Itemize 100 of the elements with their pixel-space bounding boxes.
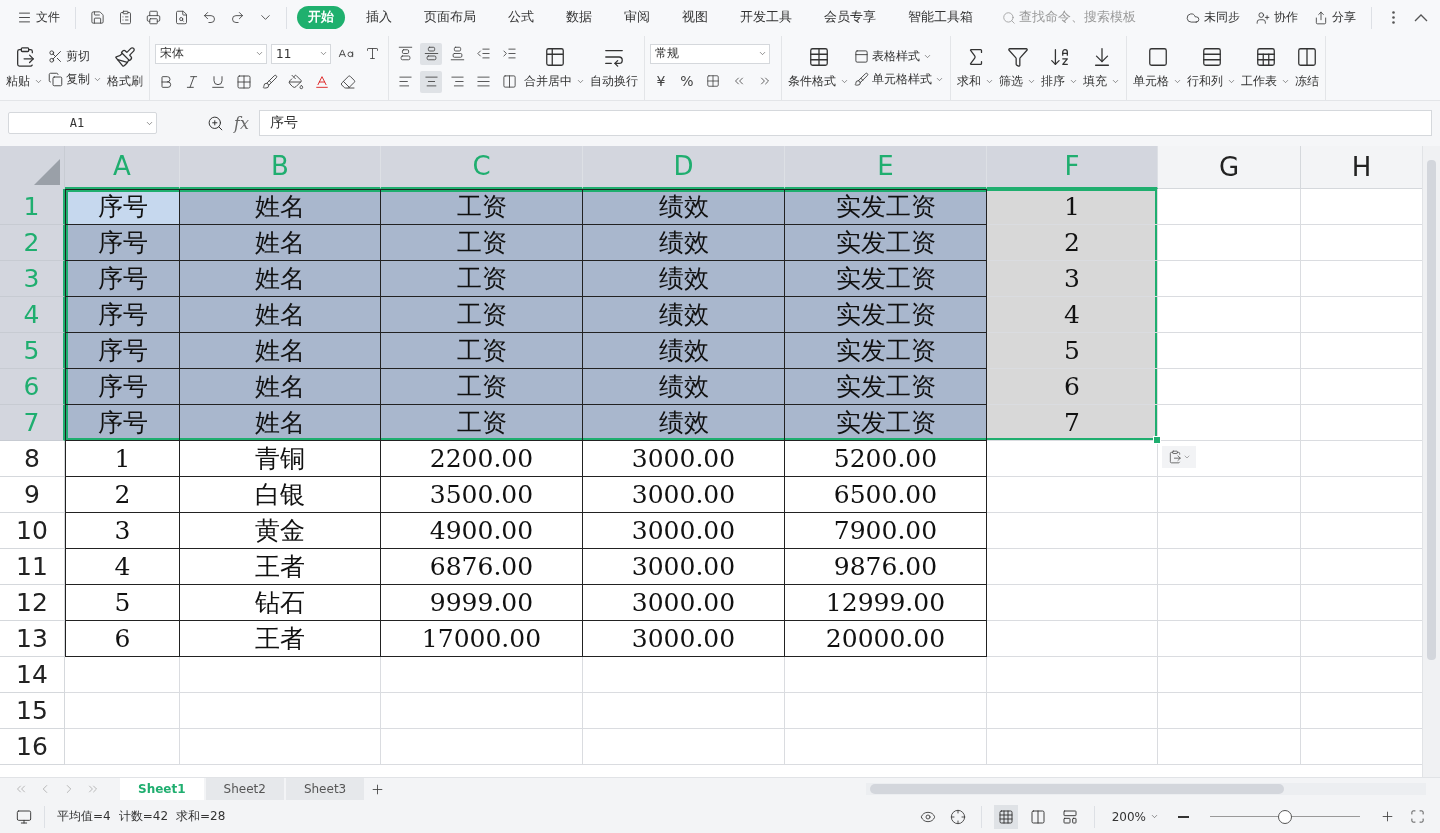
alignment-button[interactable] (420, 42, 442, 65)
print-preview-icon (173, 10, 189, 26)
align-top-icon (397, 46, 413, 62)
view-mode-button[interactable] (993, 804, 1018, 829)
sheet-tab[interactable]: Sheet3 (285, 778, 365, 801)
ribbon-button[interactable]: 行和列 (1186, 44, 1237, 92)
row-header[interactable]: 11 (0, 548, 65, 585)
ribbon-tab[interactable]: 视图 (671, 6, 719, 30)
ribbon-tab[interactable]: 数据 (555, 6, 603, 30)
toolbar-action[interactable]: 协作 (1251, 6, 1303, 30)
function-label[interactable]: fx (234, 113, 249, 133)
ribbon-tab[interactable]: 智能工具箱 (897, 6, 984, 30)
plus-icon (1379, 809, 1395, 825)
row-header[interactable]: 9 (0, 476, 65, 513)
table-cell: 5 (987, 332, 1158, 369)
ribbon-tab[interactable]: 审阅 (613, 6, 661, 30)
cell-style-button[interactable]: 单元格样式 (853, 70, 945, 88)
table-cell: 序号 (65, 260, 180, 297)
name-box[interactable]: A1 (8, 112, 157, 135)
table-style-button[interactable]: 表格样式 (853, 47, 945, 65)
table-cell: 钻石 (180, 584, 381, 621)
table-cell: 3000.00 (583, 440, 785, 477)
wrap-text-button[interactable]: 自动换行 (589, 44, 639, 92)
ribbon-button[interactable]: 求和 (956, 44, 995, 92)
paste-options-button[interactable] (1162, 445, 1196, 468)
ribbon-tab[interactable]: 公式 (497, 6, 545, 30)
align-right-icon (449, 74, 465, 90)
toolbar-action[interactable]: 未同步 (1181, 6, 1245, 30)
brush-icon (262, 73, 278, 90)
cut-button[interactable]: 剪切 (47, 47, 103, 65)
copy-button[interactable]: 复制 (47, 70, 103, 88)
share-icon (1314, 10, 1328, 25)
vertical-scrollbar[interactable] (1422, 145, 1440, 778)
table-cell: 6 (987, 368, 1158, 405)
select-all-corner[interactable] (0, 145, 65, 189)
table-cell: 5 (65, 584, 180, 621)
merge-center-button[interactable]: 合并居中 (523, 44, 586, 92)
table-cell: 序号 (65, 296, 180, 333)
table-cell: 姓名 (180, 404, 381, 441)
row-header[interactable]: 8 (0, 440, 65, 477)
ribbon-button[interactable]: 单元格 (1132, 44, 1183, 92)
alignment-button[interactable] (420, 70, 442, 93)
currency-button[interactable]: ¥ (650, 69, 672, 92)
table-cell: 3000.00 (583, 476, 785, 513)
table-cell: 黄金 (180, 512, 381, 549)
redo-icon (229, 10, 245, 26)
more-icon (1391, 11, 1395, 25)
conditional-format-button[interactable]: 条件格式 (787, 44, 850, 92)
table-cell: 工资 (381, 260, 583, 297)
column-header[interactable]: G (1158, 145, 1301, 189)
freeze-panes-button[interactable]: 冻结 (1294, 44, 1320, 92)
table-cell: 王者 (180, 620, 381, 657)
table-cell: 2 (987, 224, 1158, 261)
menu-icon (17, 10, 32, 26)
ribbon-tab[interactable]: 插入 (355, 6, 403, 30)
ribbon-button[interactable]: 填充 (1082, 44, 1121, 92)
ribbon-button[interactable]: 筛选 (998, 44, 1037, 92)
align-bottom-icon (449, 46, 465, 62)
normal-view-icon (997, 808, 1014, 825)
table-cell: 姓名 (180, 296, 381, 333)
column-header[interactable]: H (1301, 145, 1422, 189)
table-cell: 4 (65, 548, 180, 585)
ribbon-button[interactable]: 排序 (1040, 44, 1079, 92)
table-cell: 9999.00 (381, 584, 583, 621)
user-plus-icon (1256, 10, 1270, 25)
paste-button[interactable]: 粘贴 (5, 44, 44, 92)
status-stat: 求和=28 (176, 808, 226, 826)
font-name-field[interactable]: 宋体 (155, 43, 267, 64)
table-cell: 序号 (65, 332, 180, 369)
zoom-slider-thumb[interactable] (1278, 809, 1292, 824)
number-format-field[interactable]: 常规 (650, 43, 770, 64)
crosshair-icon (949, 808, 966, 825)
file-menu[interactable]: 文件 (12, 6, 65, 30)
zoom-menu[interactable]: 200% (1106, 806, 1164, 827)
table-cell: 绩效 (583, 368, 785, 405)
table-cell: 工资 (381, 368, 583, 405)
cloud-icon (1186, 10, 1200, 25)
fill-handle[interactable] (1153, 435, 1161, 444)
table-cell: 工资 (381, 404, 583, 441)
row-header[interactable]: 13 (0, 620, 65, 657)
ribbon-tab[interactable]: 开发工具 (729, 6, 803, 30)
horizontal-scrollbar[interactable] (866, 782, 1426, 797)
row-header[interactable]: 15 (0, 692, 65, 729)
eraser-icon (340, 73, 356, 90)
row-header[interactable]: 16 (0, 728, 65, 765)
row-header[interactable]: 12 (0, 584, 65, 621)
sheet-tab[interactable]: Sheet2 (205, 778, 284, 801)
formula-field[interactable]: 序号 (258, 110, 1432, 137)
percent-button[interactable]: % (676, 69, 698, 92)
format-painter-button[interactable]: 格式刷 (106, 44, 144, 92)
ribbon-button[interactable]: 工作表 (1240, 44, 1291, 92)
row-header[interactable]: 14 (0, 656, 65, 693)
table-cell: 2200.00 (381, 440, 583, 477)
row-header[interactable]: 10 (0, 512, 65, 549)
ribbon-tab[interactable]: 会员专享 (813, 6, 887, 30)
ribbon-tab[interactable]: 页面布局 (413, 6, 487, 30)
plus-icon (369, 781, 385, 797)
toolbar-action[interactable]: 分享 (1309, 6, 1361, 30)
align-left-icon (397, 74, 413, 90)
font-size-field[interactable]: 11 (271, 43, 331, 64)
